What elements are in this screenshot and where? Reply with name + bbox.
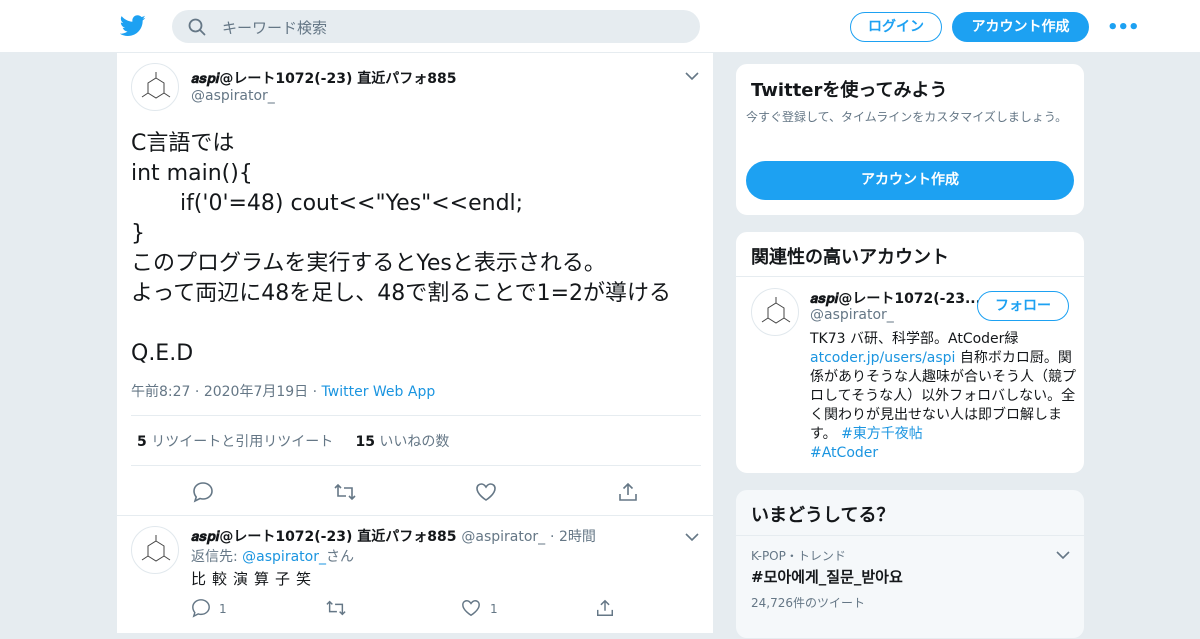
search-placeholder: キーワード検索 (222, 19, 328, 37)
trend-name: #모아에게_질문_받아요 (751, 568, 903, 586)
chevron-down-icon[interactable] (685, 71, 699, 81)
related-account-handle[interactable]: @aspirator_ (810, 307, 894, 323)
hashtag-link[interactable]: #AtCoder (810, 445, 878, 461)
reply-text: 比較演算子笑 (191, 570, 318, 588)
avatar[interactable] (131, 526, 179, 574)
tweet-date[interactable]: 2020年7月19日 (204, 384, 308, 400)
trend-category: K-POP・トレンド (751, 549, 846, 563)
share-icon[interactable] (617, 481, 639, 503)
avatar[interactable] (131, 63, 179, 111)
chevron-down-icon[interactable] (685, 532, 699, 542)
molecule-avatar-icon (141, 535, 171, 562)
reply-tweet[interactable]: 𝒂𝒔𝒑𝒊@レート1072(-23) 直近パフォ885 @aspirator_ ·… (117, 515, 715, 633)
share-icon[interactable] (595, 598, 615, 618)
reply-icon[interactable] (191, 598, 211, 618)
signup-button[interactable]: アカウント作成 (952, 12, 1089, 42)
divider (131, 465, 701, 466)
tweet-stats: 5 リツイートと引用リツイート 15 いいねの数 (137, 431, 449, 451)
related-accounts-card: 関連性の高いアカウント 𝒂𝒔𝒑𝒊@レート1072(-23... @aspirat… (735, 231, 1085, 474)
create-account-button[interactable]: アカウント作成 (746, 161, 1074, 200)
avatar[interactable] (751, 288, 799, 336)
tweet-line: よって両辺に48を足し、48で割ることで1=2が導ける (131, 281, 671, 306)
reply-count: 1 (219, 602, 227, 616)
reply-time[interactable]: 2時間 (559, 529, 596, 545)
like-count: 15 (355, 434, 375, 450)
trends-card: いまどうしてる？ K-POP・トレンド #모아에게_질문_받아요 24,726件… (735, 489, 1085, 639)
search-icon (188, 18, 206, 36)
chevron-down-icon[interactable] (1056, 550, 1070, 560)
related-card-title: 関連性の高いアカウント (751, 247, 949, 268)
follow-button[interactable]: フォロー (977, 291, 1069, 321)
reply-author-name-text[interactable]: 𝒂𝒔𝒑𝒊@レート1072(-23) 直近パフォ885 (191, 529, 456, 545)
tweet-line: このプログラムを実行するとYesと表示される。 (131, 251, 606, 276)
retweet-stat[interactable]: 5 リツイートと引用リツイート (137, 434, 333, 450)
tweet-line: C言語では (131, 131, 235, 156)
reply-like-count: 1 (490, 602, 498, 616)
tweet-line: int main(){ (131, 161, 253, 186)
retweet-label: リツイートと引用リツイート (151, 434, 334, 450)
divider (736, 276, 1084, 277)
related-account-bio: TK73 バ研、科学部。AtCoder緑 atcoder.jp/users/as… (810, 330, 1080, 463)
molecule-avatar-icon (761, 297, 791, 324)
author-name[interactable]: 𝒂𝒔𝒑𝒊@レート1072(-23) 直近パフォ885 (191, 68, 456, 88)
tweet-source-link[interactable]: Twitter Web App (322, 384, 436, 400)
reply-author-name: 𝒂𝒔𝒑𝒊@レート1072(-23) 直近パフォ885 @aspirator_ ·… (191, 526, 596, 546)
tweet-line: } (131, 221, 145, 246)
replying-to: 返信先: @aspirator_さん (191, 546, 354, 566)
like-heart-icon[interactable] (475, 481, 497, 503)
signup-card: Twitterを使ってみよう 今すぐ登録して、タイムラインをカスタマイズしましょ… (735, 63, 1085, 216)
divider (736, 535, 1084, 536)
molecule-avatar-icon (141, 72, 171, 99)
retweet-icon[interactable] (333, 481, 357, 503)
tweet-text: C言語では int main(){ if('0'=48) cout<<"Yes"… (131, 129, 701, 369)
like-heart-icon[interactable] (461, 598, 481, 618)
divider (131, 415, 701, 416)
tweet-line: if('0'=48) cout<<"Yes"<<endl; (131, 191, 524, 216)
search-input[interactable]: キーワード検索 (172, 10, 700, 43)
reply-to-link[interactable]: @aspirator_ (242, 549, 326, 565)
bio-text: TK73 バ研、科学部。AtCoder緑 (810, 331, 1019, 347)
signup-card-subtitle: 今すぐ登録して、タイムラインをカスタマイズしましょう。 (746, 110, 1068, 124)
reply-author-handle[interactable]: @aspirator_ (461, 529, 545, 545)
hashtag-link[interactable]: #東方千夜帖 (841, 426, 923, 442)
more-options-icon[interactable]: ••• (1107, 17, 1140, 38)
reply-suffix: さん (325, 549, 354, 565)
tweet-line: Q.E.D (131, 341, 194, 366)
like-label: いいねの数 (379, 434, 450, 450)
retweet-count: 5 (137, 434, 147, 450)
trend-tweet-count: 24,726件のツイート (751, 596, 865, 610)
login-button[interactable]: ログイン (850, 12, 942, 42)
top-bar: キーワード検索 ログイン アカウント作成 ••• (0, 0, 1200, 53)
trends-title: いまどうしてる？ (751, 505, 895, 526)
bio-link[interactable]: atcoder.jp/users/aspi (810, 350, 955, 366)
twitter-logo-icon[interactable] (120, 14, 146, 38)
signup-card-title: Twitterを使ってみよう (751, 80, 948, 101)
related-account-name[interactable]: 𝒂𝒔𝒑𝒊@レート1072(-23... (810, 288, 981, 308)
separator: · (312, 384, 322, 400)
like-stat[interactable]: 15 いいねの数 (355, 434, 449, 450)
tweet-time[interactable]: 午前8:27 (131, 384, 190, 400)
author-handle[interactable]: @aspirator_ (191, 88, 275, 104)
separator: · (550, 529, 559, 545)
reply-prefix: 返信先: (191, 549, 243, 565)
tweet-column: 𝒂𝒔𝒑𝒊@レート1072(-23) 直近パフォ885 @aspirator_ C… (116, 53, 715, 633)
tweet-metadata: 午前8:27 · 2020年7月19日 · Twitter Web App (131, 381, 435, 401)
separator: · (194, 384, 204, 400)
reply-icon[interactable] (192, 481, 214, 503)
retweet-icon[interactable] (325, 598, 347, 618)
tweet-line (131, 309, 701, 339)
